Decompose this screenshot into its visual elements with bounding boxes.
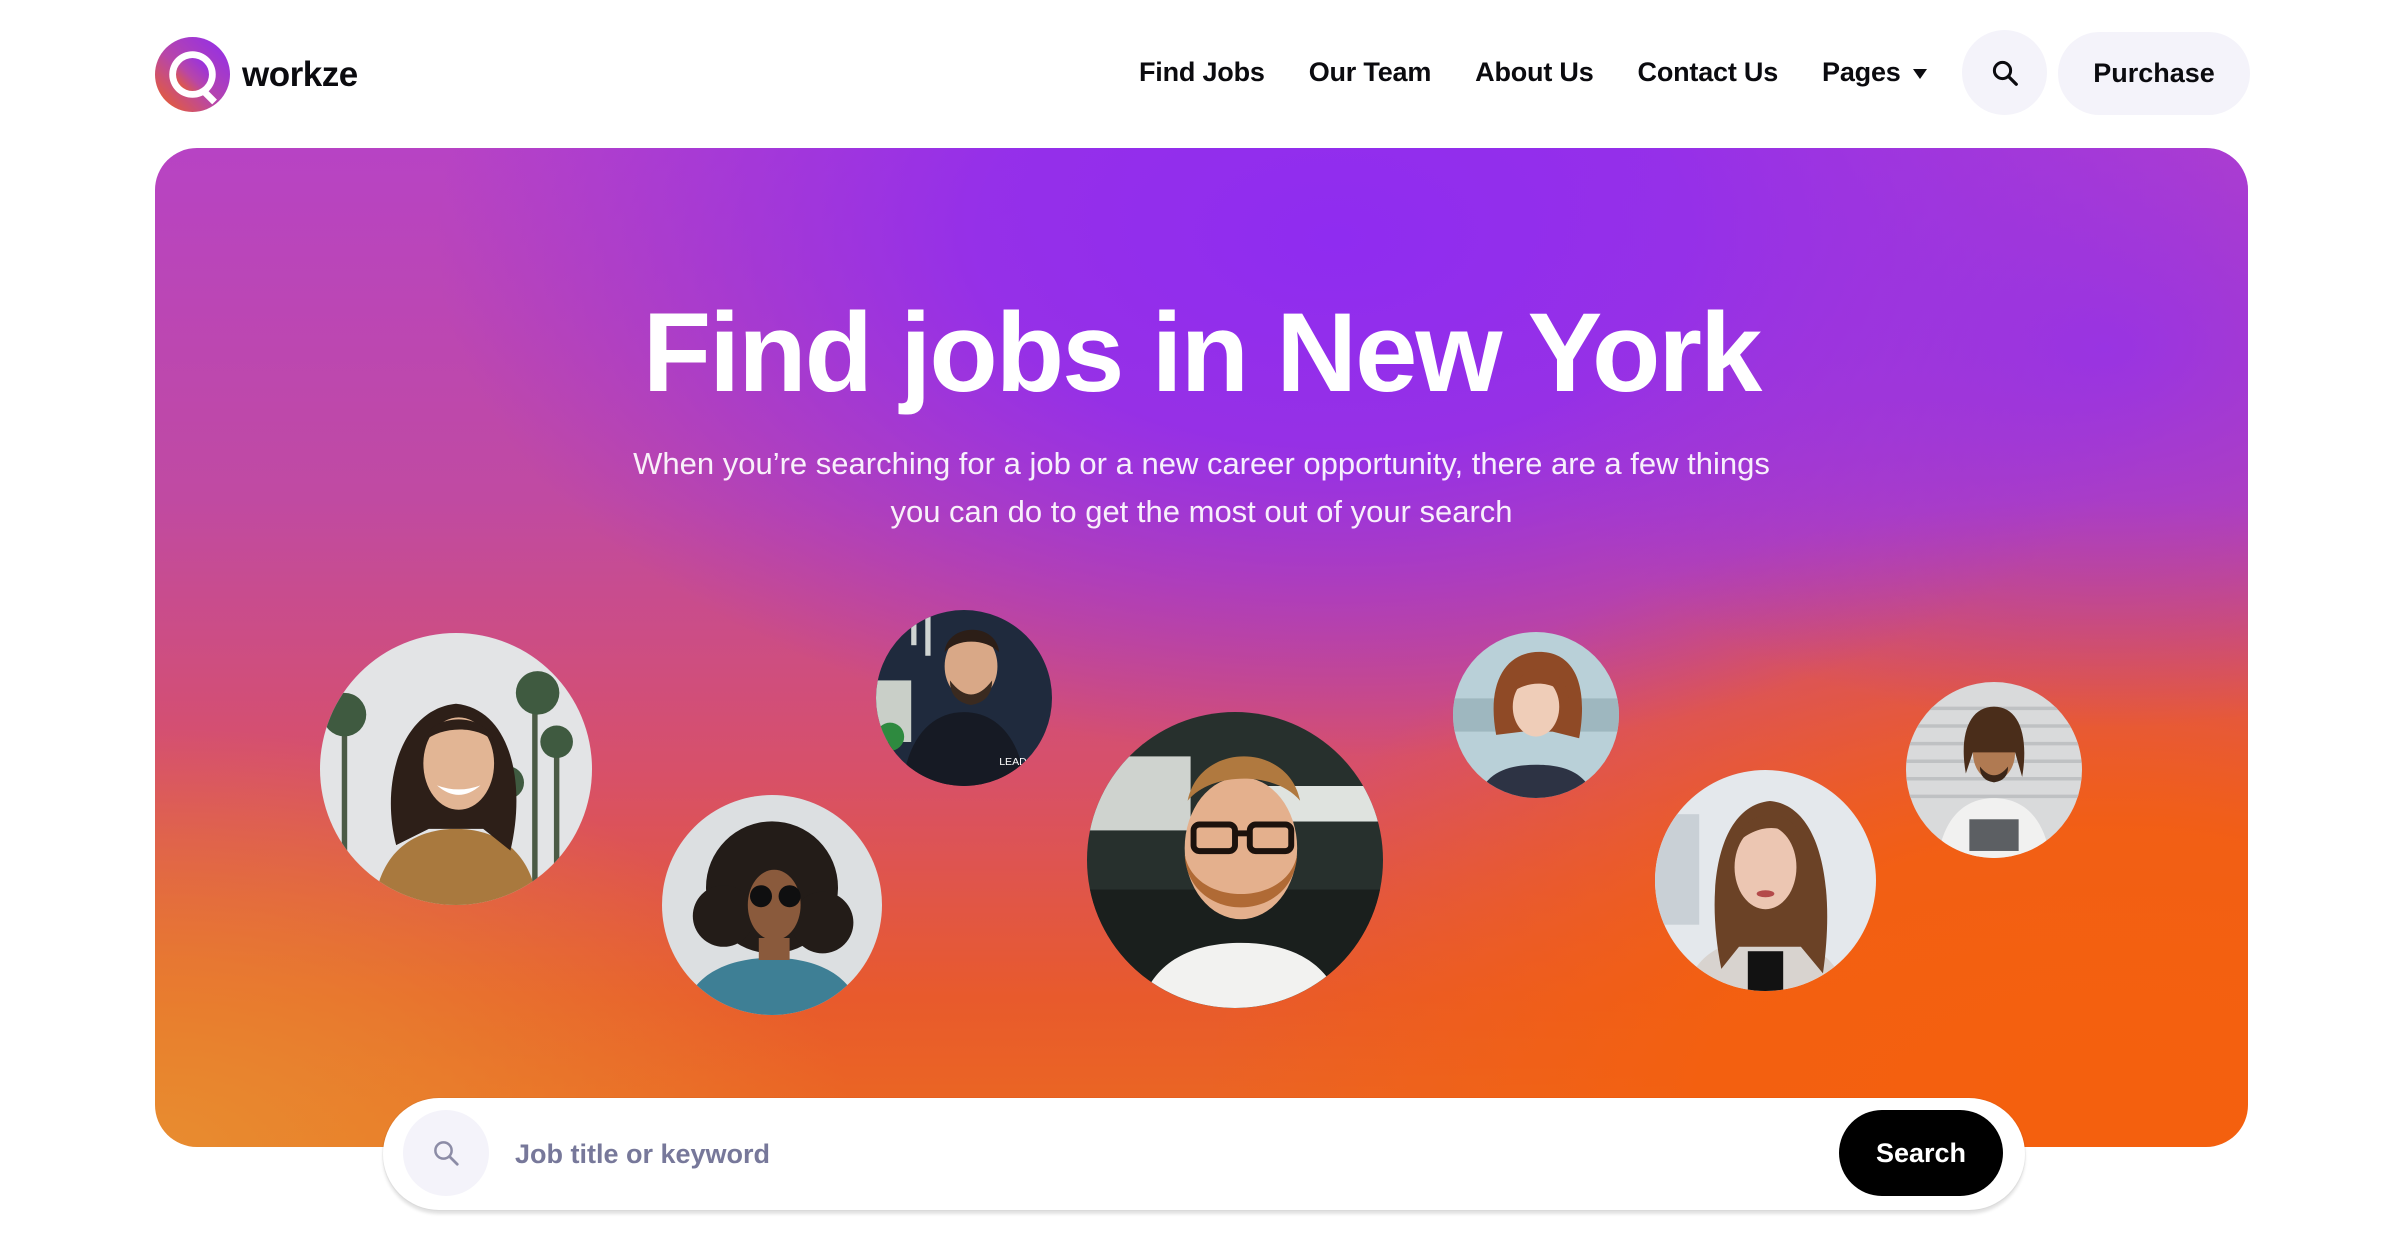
job-search-input[interactable] bbox=[515, 1126, 1795, 1182]
svg-text:LEAD: LEAD bbox=[999, 756, 1027, 768]
search-icon bbox=[434, 1141, 459, 1166]
search-button[interactable]: Search bbox=[1839, 1110, 2003, 1196]
hero-title: Find jobs in New York bbox=[642, 290, 1763, 415]
hero-subtitle-line-2: you can do to get the most out of your s… bbox=[890, 494, 1513, 529]
nav-our-team[interactable]: Our Team bbox=[1309, 57, 1432, 88]
avatar-photo bbox=[1453, 632, 1619, 798]
nav-pages-label: Pages bbox=[1822, 57, 1901, 87]
purchase-button[interactable]: Purchase bbox=[2058, 32, 2250, 115]
hero-subtitle: When you’re searching for a job or a new… bbox=[155, 440, 2248, 536]
avatar-photo bbox=[1906, 682, 2082, 858]
caret-down-icon bbox=[1912, 69, 1927, 79]
person-photo-icon bbox=[662, 795, 882, 1015]
person-photo-icon bbox=[1087, 712, 1383, 1008]
nav-find-jobs[interactable]: Find Jobs bbox=[1139, 57, 1265, 88]
nav-about-us[interactable]: About Us bbox=[1475, 57, 1594, 88]
logo-icon bbox=[155, 37, 230, 112]
nav-pages-dropdown[interactable]: Pages bbox=[1822, 57, 1927, 88]
brand-name: workze bbox=[242, 54, 358, 94]
hero-subtitle-line-1: When you’re searching for a job or a new… bbox=[633, 446, 1770, 481]
avatar-photo bbox=[1655, 770, 1876, 991]
job-search-bar: Search bbox=[383, 1098, 2025, 1210]
person-photo-icon bbox=[320, 633, 592, 905]
brand-logo[interactable]: workze bbox=[155, 37, 358, 112]
person-photo-icon: LEAD bbox=[876, 610, 1052, 786]
search-icon-wrapper bbox=[403, 1110, 489, 1196]
header-search-button[interactable] bbox=[1962, 30, 2047, 115]
person-photo-icon bbox=[1906, 682, 2082, 858]
nav-contact-us[interactable]: Contact Us bbox=[1638, 57, 1779, 88]
avatar-photo bbox=[662, 795, 882, 1015]
avatar-photo bbox=[1087, 712, 1383, 1008]
avatar-photo bbox=[320, 633, 592, 905]
person-photo-icon bbox=[1655, 770, 1876, 991]
hero-banner: Find jobs in New York When you’re search… bbox=[155, 148, 2248, 1147]
avatar-photo: LEAD bbox=[876, 610, 1052, 786]
person-photo-icon bbox=[1453, 632, 1619, 798]
search-icon bbox=[1992, 60, 2018, 86]
main-nav: Find Jobs Our Team About Us Contact Us P… bbox=[1139, 30, 1927, 115]
